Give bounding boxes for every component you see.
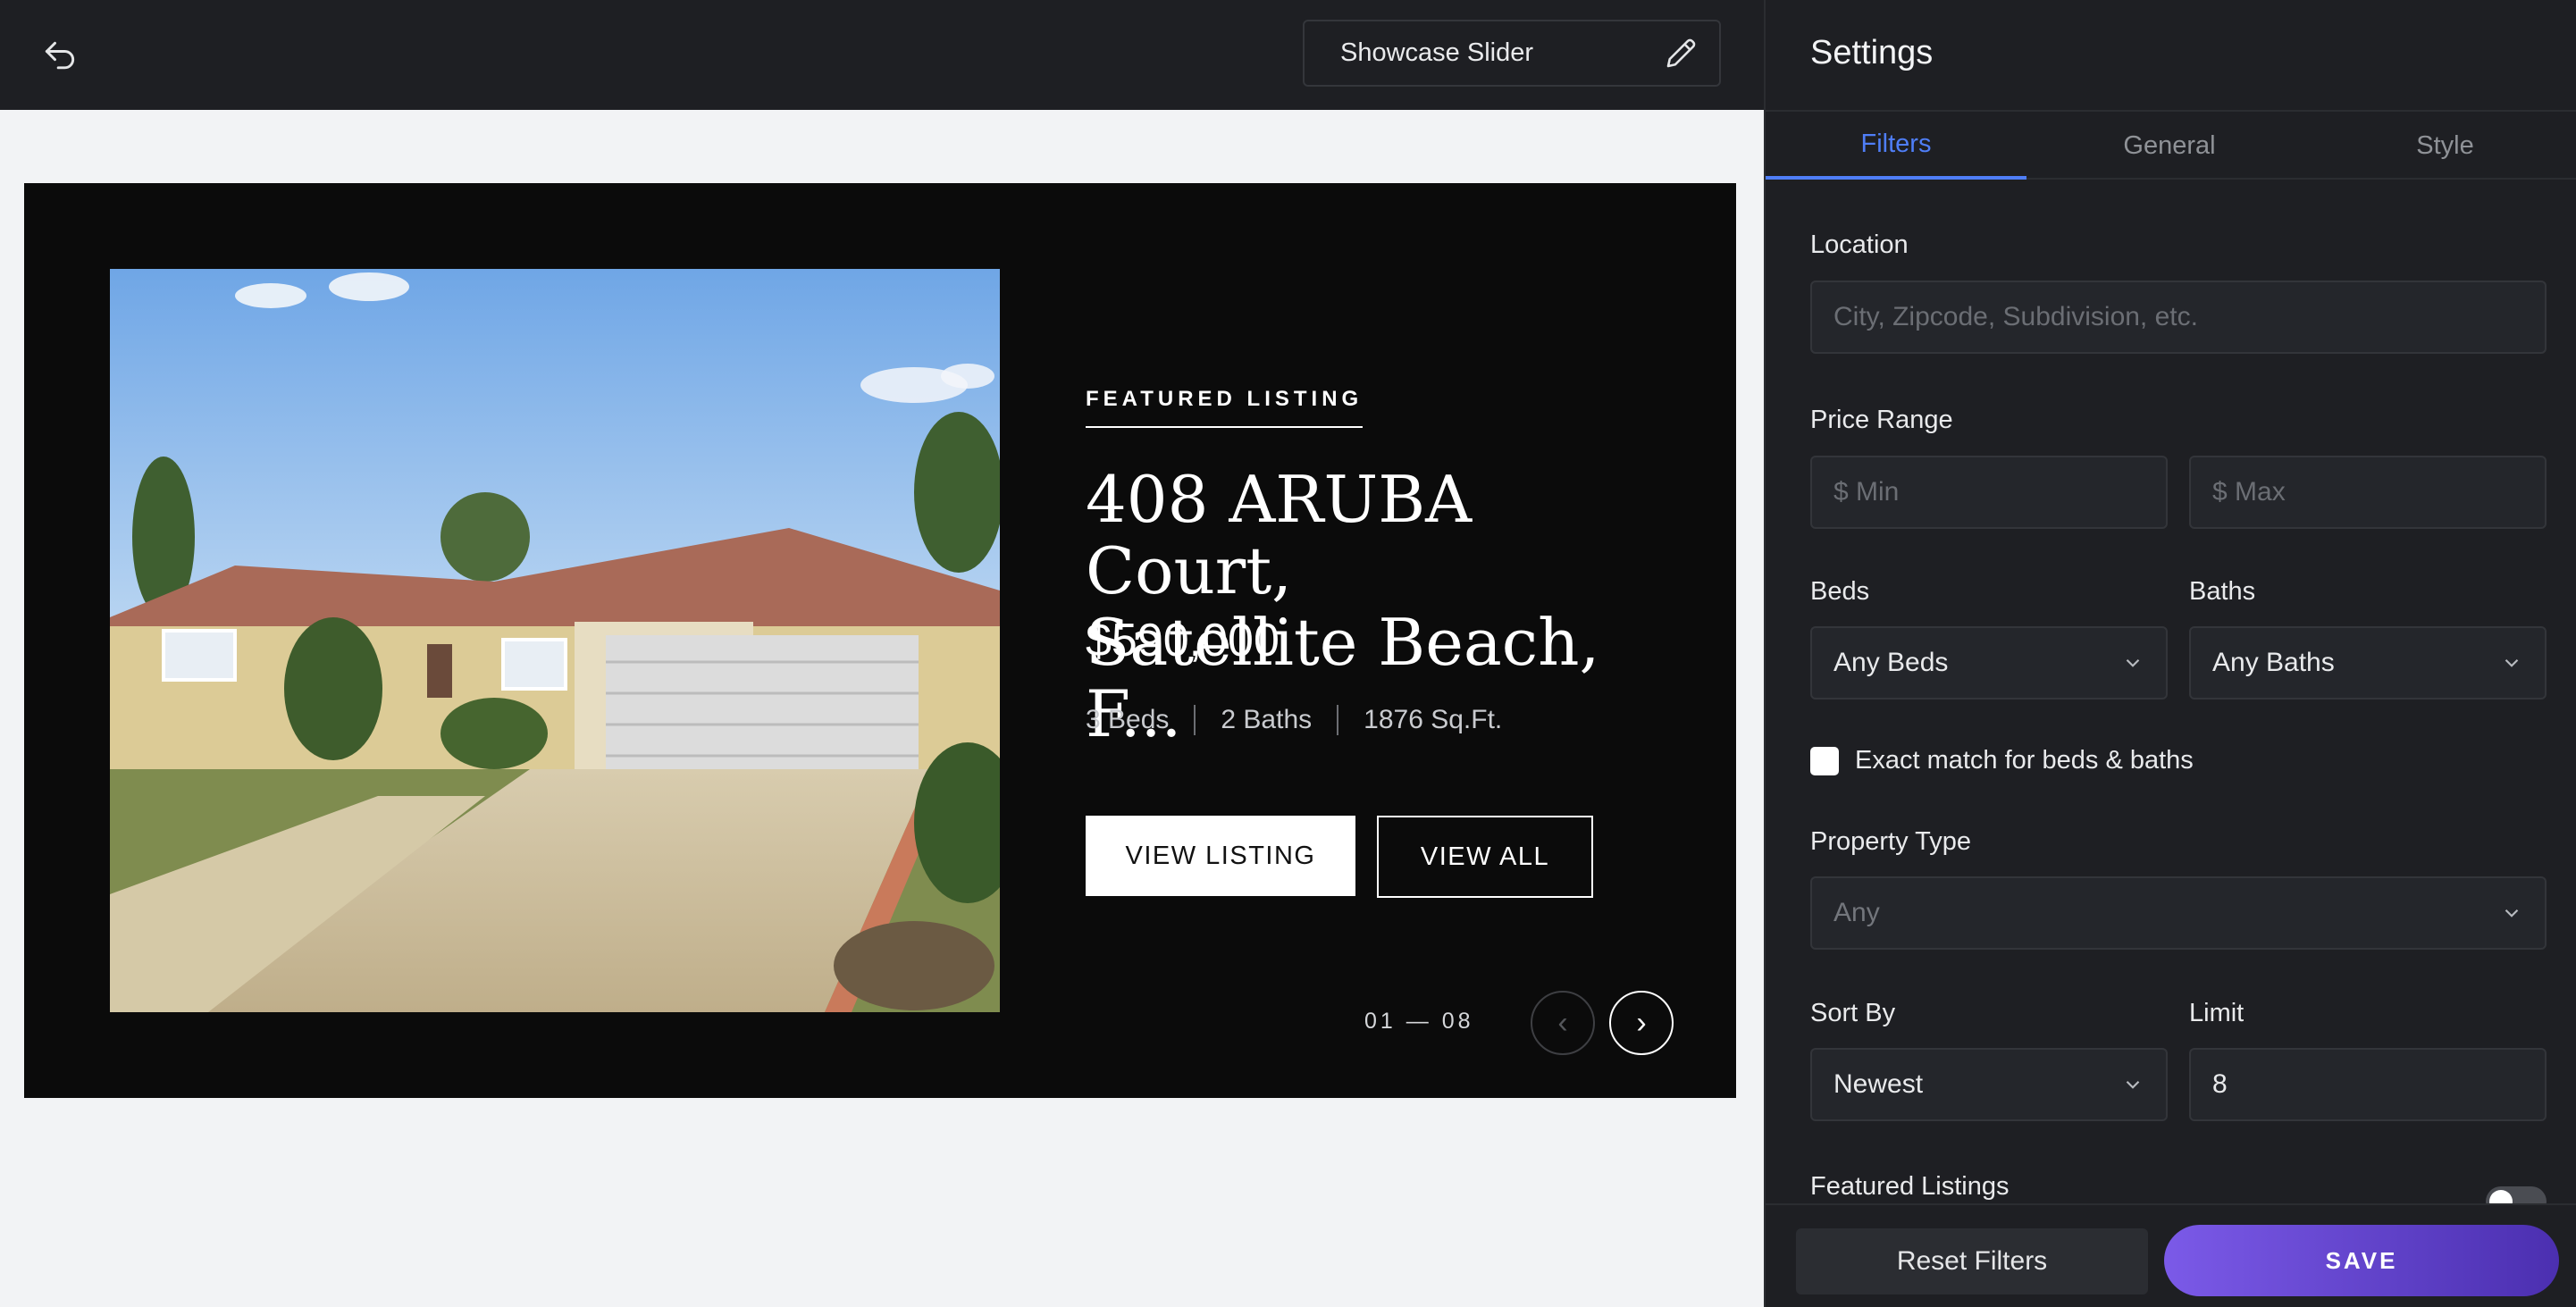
- baths-label: Baths: [2189, 577, 2256, 606]
- editor-topbar: Showcase Slider: [0, 0, 1764, 110]
- sqft-stat: 1876 Sq.Ft.: [1364, 705, 1503, 734]
- beds-select[interactable]: Any Beds: [1810, 626, 2168, 700]
- chevron-down-icon: [2126, 658, 2140, 667]
- sort-by-select[interactable]: Newest: [1810, 1048, 2168, 1121]
- exact-match-checkbox[interactable]: [1810, 746, 1839, 775]
- price-min-input[interactable]: [1833, 477, 2144, 507]
- reset-filters-button[interactable]: Reset Filters: [1796, 1228, 2148, 1294]
- limit-label: Limit: [2189, 999, 2245, 1027]
- limit-field[interactable]: 8: [2189, 1048, 2547, 1121]
- property-type-value: Any: [1833, 898, 1880, 927]
- location-input[interactable]: [1833, 302, 2523, 332]
- preview-canvas: FEATURED LISTING 408 ARUBA Court, Satell…: [0, 110, 1764, 1307]
- stat-divider: [1337, 705, 1339, 735]
- exact-match-row[interactable]: Exact match for beds & baths: [1810, 746, 2194, 775]
- settings-tabs: Filters General Style: [1766, 110, 2576, 180]
- tab-style[interactable]: Style: [2312, 112, 2576, 180]
- limit-value: 8: [2212, 1069, 2228, 1099]
- save-button[interactable]: SAVE: [2164, 1225, 2559, 1296]
- exact-match-label: Exact match for beds & baths: [1855, 746, 2194, 775]
- settings-panel: Settings Filters General Style Location …: [1764, 0, 2576, 1307]
- listing-photo: [110, 269, 1000, 1012]
- prev-slide-button[interactable]: ‹: [1531, 991, 1595, 1055]
- baths-select-value: Any Baths: [2212, 648, 2335, 677]
- chevron-down-icon: [2126, 1080, 2140, 1089]
- view-listing-button[interactable]: VIEW LISTING: [1086, 816, 1355, 896]
- location-field[interactable]: [1810, 281, 2547, 354]
- tab-general[interactable]: General: [2026, 112, 2312, 180]
- beds-stat: 3 Beds: [1086, 705, 1170, 734]
- property-type-select[interactable]: Any: [1810, 876, 2547, 950]
- widget-name-field[interactable]: Showcase Slider: [1303, 20, 1721, 87]
- undo-back-button[interactable]: [34, 30, 86, 82]
- price-min-field[interactable]: [1810, 456, 2168, 529]
- widget-name-text: Showcase Slider: [1340, 38, 1533, 67]
- price-max-field[interactable]: [2189, 456, 2547, 529]
- featured-listings-label: Featured Listings: [1810, 1172, 2010, 1201]
- next-slide-button[interactable]: ›: [1609, 991, 1674, 1055]
- back-arrow-icon: [45, 41, 75, 70]
- sort-by-label: Sort By: [1810, 999, 1896, 1027]
- beds-select-value: Any Beds: [1833, 648, 1949, 677]
- property-type-label: Property Type: [1810, 827, 1972, 856]
- view-all-button[interactable]: VIEW ALL: [1377, 816, 1593, 898]
- listing-stats: 3 Beds 2 Baths 1876 Sq.Ft.: [1086, 705, 1502, 735]
- beds-label: Beds: [1810, 577, 1870, 606]
- chevron-down-icon: [2505, 909, 2519, 917]
- showcase-slider: FEATURED LISTING 408 ARUBA Court, Satell…: [24, 183, 1736, 1098]
- sort-by-value: Newest: [1833, 1069, 1924, 1099]
- listing-price: $590,000: [1086, 615, 1280, 666]
- slide-counter: 01 — 08: [1364, 1009, 1474, 1034]
- settings-title: Settings: [1810, 34, 1934, 71]
- baths-select[interactable]: Any Baths: [2189, 626, 2547, 700]
- price-max-input[interactable]: [2212, 477, 2523, 507]
- chevron-down-icon: [2505, 658, 2519, 667]
- stat-divider: [1194, 705, 1196, 735]
- location-label: Location: [1810, 230, 1909, 259]
- tab-filters[interactable]: Filters: [1766, 112, 2026, 180]
- settings-footer: Reset Filters SAVE: [1766, 1203, 2576, 1307]
- listing-info: FEATURED LISTING 408 ARUBA Court, Satell…: [1086, 183, 1711, 1098]
- price-range-label: Price Range: [1810, 406, 1953, 434]
- listing-title-line1: 408 ARUBA Court,: [1086, 462, 1473, 608]
- pencil-icon[interactable]: [1660, 33, 1701, 74]
- featured-listing-label: FEATURED LISTING: [1086, 387, 1364, 428]
- baths-stat: 2 Baths: [1221, 705, 1313, 734]
